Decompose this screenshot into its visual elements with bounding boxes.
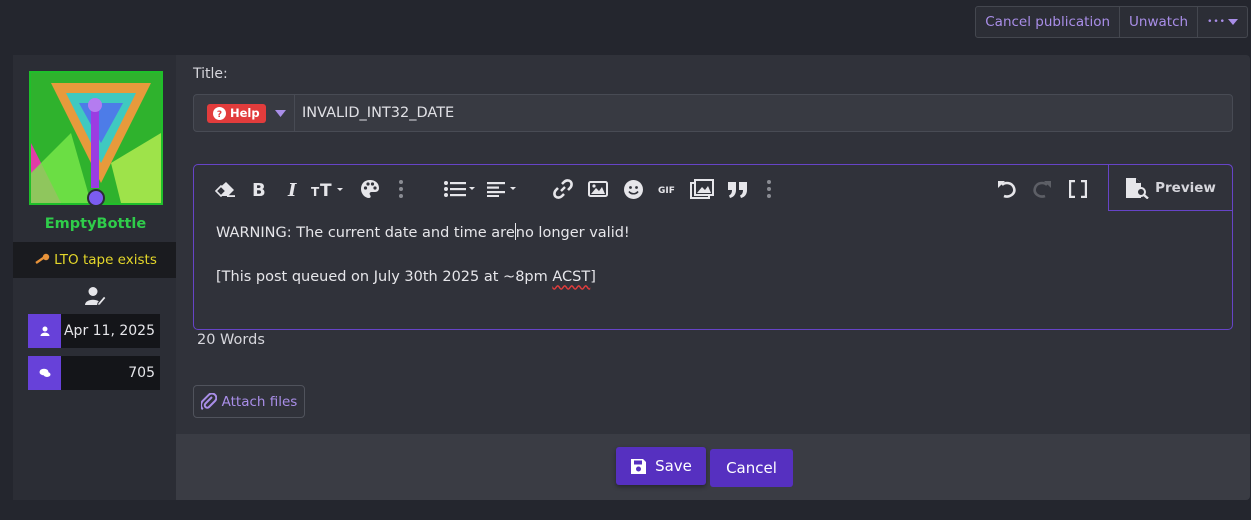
preview-button[interactable]: Preview xyxy=(1108,164,1233,211)
misspelled-word: ACST xyxy=(552,269,591,286)
avatar-art xyxy=(31,73,161,203)
key-icon xyxy=(35,253,50,265)
message-count-value: 705 xyxy=(128,365,155,381)
message-count-stat: 705 xyxy=(28,356,160,390)
rich-text-editor: B I TT GIF Preview WARNING: The current … xyxy=(193,164,1233,330)
more-vertical-icon[interactable] xyxy=(764,178,774,200)
list-icon[interactable] xyxy=(444,178,476,200)
username[interactable]: EmptyBottle xyxy=(13,216,178,232)
body-text: WARNING: The current date and time are xyxy=(216,225,515,241)
comments-icon xyxy=(28,356,61,390)
online-status-indicator xyxy=(87,189,105,207)
svg-text:?: ? xyxy=(217,110,222,120)
gif-icon[interactable]: GIF xyxy=(656,178,678,200)
file-search-icon xyxy=(1126,177,1149,199)
svg-text:GIF: GIF xyxy=(658,186,675,194)
user-edit-icon[interactable] xyxy=(84,286,106,306)
caret-down-icon xyxy=(274,109,286,117)
image-icon[interactable] xyxy=(587,178,609,200)
user-title: LTO tape exists xyxy=(13,242,178,278)
cancel-publication-button[interactable]: Cancel publication xyxy=(976,7,1121,37)
redo-icon[interactable] xyxy=(1031,178,1053,200)
svg-text:T: T xyxy=(320,181,332,198)
undo-icon[interactable] xyxy=(996,178,1018,200)
floppy-disk-icon xyxy=(631,458,647,474)
bbcode-toggle-icon[interactable] xyxy=(1067,178,1089,200)
post-editor-card: EmptyBottle LTO tape exists Apr 11, 2025… xyxy=(13,55,1250,500)
attach-files-label: Attach files xyxy=(221,393,298,410)
title-field: ? Help INVALID_INT32_DATE xyxy=(193,94,1233,132)
more-vertical-icon[interactable] xyxy=(396,178,406,200)
prefix-badge: ? Help xyxy=(207,103,266,123)
more-actions-button[interactable]: ••• xyxy=(1198,7,1247,37)
form-footer: Save Cancel xyxy=(176,434,1250,500)
cancel-button[interactable]: Cancel xyxy=(710,449,793,487)
svg-text:I: I xyxy=(287,181,297,198)
title-input[interactable]: INVALID_INT32_DATE xyxy=(295,105,454,121)
palette-icon[interactable] xyxy=(359,178,381,200)
italic-icon[interactable]: I xyxy=(283,178,303,200)
link-icon[interactable] xyxy=(552,178,574,200)
chevron-down-icon xyxy=(1228,19,1238,25)
avatar[interactable] xyxy=(29,71,163,205)
attach-files-button[interactable]: Attach files xyxy=(193,385,305,418)
user-title-text: LTO tape exists xyxy=(54,252,157,268)
smiley-icon[interactable] xyxy=(622,178,644,200)
editor-text-area[interactable]: WARNING: The current date and time areno… xyxy=(216,223,630,314)
joined-date-value: Apr 11, 2025 xyxy=(63,323,155,339)
media-icon[interactable] xyxy=(690,178,714,200)
bold-icon[interactable]: B xyxy=(249,178,269,200)
prefix-label: Help xyxy=(230,106,260,120)
quote-icon[interactable] xyxy=(726,178,748,200)
body-paragraph: [This post queued on July 30th 2025 at ~… xyxy=(216,269,630,286)
paperclip-icon xyxy=(200,392,217,410)
body-text: no longer valid! xyxy=(515,225,630,241)
body-text: ] xyxy=(590,269,596,286)
text-size-icon[interactable]: TT xyxy=(311,178,345,200)
editor-toolbar: B I TT GIF xyxy=(194,165,1108,211)
save-label: Save xyxy=(655,457,692,475)
more-actions-label: ••• xyxy=(1207,17,1226,27)
thread-actions-bar: Cancel publication Unwatch ••• xyxy=(975,6,1248,38)
user-icon xyxy=(28,314,61,348)
body-paragraph: WARNING: The current date and time areno… xyxy=(216,223,630,242)
question-circle-icon: ? xyxy=(213,106,226,120)
save-button[interactable]: Save xyxy=(616,447,706,485)
svg-text:B: B xyxy=(252,181,266,198)
editor-content-area: Title: ? Help INVALID_INT32_DATE B I T T… xyxy=(176,55,1250,500)
prefix-selector[interactable]: ? Help xyxy=(194,95,295,131)
body-text: [This post queued on July 30th 2025 at ~… xyxy=(216,269,553,286)
eraser-icon[interactable] xyxy=(214,178,236,200)
unwatch-button[interactable]: Unwatch xyxy=(1120,7,1199,37)
align-icon[interactable] xyxy=(487,178,519,200)
joined-date-stat: Apr 11, 2025 xyxy=(28,314,160,348)
user-info-column: EmptyBottle LTO tape exists Apr 11, 2025… xyxy=(13,55,178,500)
preview-label: Preview xyxy=(1155,179,1216,196)
svg-text:T: T xyxy=(311,185,320,198)
word-count: 20 Words xyxy=(197,332,265,348)
title-label: Title: xyxy=(193,66,228,82)
